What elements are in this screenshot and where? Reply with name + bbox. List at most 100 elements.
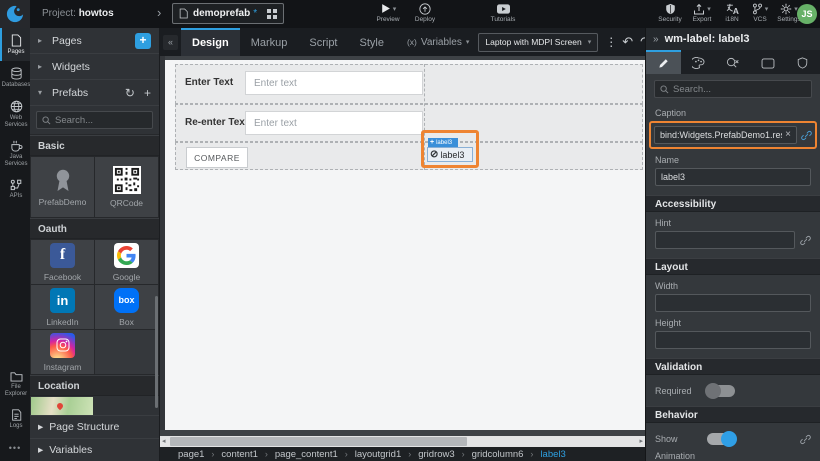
horizontal-scrollbar[interactable]: ◂ ▸: [160, 436, 645, 447]
security-button[interactable]: Security: [651, 2, 689, 23]
tab-design[interactable]: Design: [181, 28, 240, 56]
prefab-card-facebook[interactable]: f Facebook: [31, 240, 94, 284]
log-file-icon: [11, 409, 22, 421]
tab-device[interactable]: [750, 50, 785, 74]
prefab-card-qrcode[interactable]: QRCode: [95, 157, 158, 217]
tab-script[interactable]: Script: [298, 28, 348, 56]
prefab-card-prefabdemo[interactable]: PrefabDemo: [31, 157, 94, 217]
sidebar-item-apis[interactable]: APIs: [0, 173, 30, 205]
scroll-right-icon[interactable]: ▸: [639, 436, 643, 447]
page-layout-grid-icon[interactable]: [267, 9, 277, 19]
panel-scrollbar-thumb[interactable]: [155, 296, 158, 408]
design-canvas[interactable]: Enter Text Re-enter Text COMPARE + label…: [165, 56, 645, 430]
prefab-card-google[interactable]: Google: [95, 240, 158, 284]
height-input[interactable]: [661, 335, 805, 345]
breadcrumb-separator: ›: [530, 449, 533, 459]
export-button[interactable]: ▾ Export: [685, 2, 719, 23]
height-label: Height: [655, 318, 811, 328]
compare-button[interactable]: COMPARE: [186, 147, 248, 168]
search-icon: [42, 116, 51, 125]
breadcrumb-page1[interactable]: page1: [178, 449, 204, 460]
animation-label: Animation: [655, 451, 811, 461]
bind-property-icon[interactable]: [801, 130, 812, 141]
breadcrumb-label3[interactable]: label3: [540, 449, 565, 460]
prefab-card-box[interactable]: box Box: [95, 285, 158, 329]
top-bar: Project: howtos › demoprefab * ▾ Preview…: [0, 0, 820, 28]
section-prefabs[interactable]: ▾ Prefabs ↻ +: [30, 80, 159, 106]
breadcrumb-content1[interactable]: content1: [221, 449, 257, 460]
more-options-icon[interactable]: ⋮: [605, 35, 617, 49]
tab-style[interactable]: Style: [349, 28, 395, 56]
deploy-button[interactable]: Deploy: [407, 2, 443, 23]
sidebar-item-web-services[interactable]: Web Services: [0, 94, 30, 134]
section-widgets[interactable]: ▸ Widgets: [30, 54, 159, 80]
tab-properties[interactable]: [646, 50, 681, 74]
user-avatar[interactable]: JS: [797, 4, 817, 24]
canvas-toolbar: « Design Markup Script Style (x) Variabl…: [160, 28, 645, 56]
google-icon: [114, 243, 139, 268]
project-name: Project: howtos: [42, 8, 114, 19]
sidebar-item-pages[interactable]: Pages: [0, 28, 30, 61]
overflow-menu-icon[interactable]: •••: [0, 435, 30, 461]
breadcrumb: page1 › content1 › page_content1 › layou…: [160, 447, 645, 461]
breadcrumb-gridcolumn6[interactable]: gridcolumn6: [472, 449, 524, 460]
sidebar-item-file-explorer[interactable]: File Explorer: [0, 365, 30, 403]
breadcrumb-separator: ›: [408, 449, 411, 459]
chevron-down-icon: ▾: [466, 38, 470, 46]
undo-button[interactable]: ↶: [622, 34, 633, 50]
scroll-left-icon[interactable]: ◂: [162, 436, 166, 447]
collapse-left-panel-button[interactable]: «: [163, 35, 178, 50]
wavemaker-logo[interactable]: [0, 0, 30, 28]
clear-icon[interactable]: ×: [785, 130, 791, 140]
caption-input[interactable]: [660, 130, 782, 140]
prefab-card-instagram[interactable]: Instagram: [31, 330, 94, 374]
activity-bar-spacer: [0, 205, 30, 365]
prefab-card-map-clipped[interactable]: [31, 397, 93, 417]
reenter-text-label[interactable]: Re-enter Text: [185, 117, 248, 128]
folder-icon: [10, 371, 23, 382]
name-input[interactable]: [661, 172, 805, 182]
show-toggle[interactable]: [707, 433, 735, 445]
variables-button[interactable]: (x) Variables ▾: [407, 37, 469, 48]
sidebar-item-logs[interactable]: Logs: [0, 403, 30, 435]
section-layout: Layout: [646, 258, 820, 275]
prefab-card-linkedin[interactable]: in LinkedIn: [31, 285, 94, 329]
section-pages[interactable]: ▸ Pages +: [30, 28, 159, 54]
tutorials-button[interactable]: Tutorials: [483, 2, 523, 23]
sidebar-item-databases[interactable]: Databases: [0, 61, 30, 94]
tab-styles[interactable]: [681, 50, 716, 74]
width-label: Width: [655, 281, 811, 291]
bind-property-icon[interactable]: [800, 434, 811, 445]
preview-button[interactable]: ▾ Preview: [368, 2, 408, 23]
refresh-prefabs-icon[interactable]: ↻: [125, 87, 135, 99]
reenter-text-input[interactable]: [245, 111, 423, 135]
properties-search-input[interactable]: [673, 84, 806, 95]
add-page-button[interactable]: +: [135, 33, 151, 49]
bind-property-icon[interactable]: [800, 235, 811, 246]
enter-text-input[interactable]: [245, 71, 423, 95]
section-variables[interactable]: ▸ Variables: [30, 438, 159, 461]
sidebar-item-java-services[interactable]: Java Services: [0, 134, 30, 173]
scrollbar-thumb[interactable]: [170, 437, 467, 446]
collapse-right-panel-button[interactable]: »: [653, 34, 659, 45]
breadcrumb-gridrow3[interactable]: gridrow3: [418, 449, 454, 460]
page-tab-demoprefab[interactable]: demoprefab *: [172, 3, 284, 24]
device-selector[interactable]: Laptop with MDPI Screen ▾: [478, 33, 598, 52]
breadcrumb-page-content1[interactable]: page_content1: [275, 449, 338, 460]
tab-security[interactable]: [785, 50, 820, 74]
tab-markup[interactable]: Markup: [240, 28, 299, 56]
hint-input[interactable]: [661, 235, 789, 245]
chevron-down-icon: ▾: [393, 5, 397, 13]
prefab-search-input[interactable]: [55, 115, 147, 126]
layout-grid: Enter Text Re-enter Text COMPARE + label…: [175, 64, 643, 170]
required-toggle[interactable]: [707, 385, 735, 397]
tab-search-properties[interactable]: [716, 50, 751, 74]
ribbon-icon: [52, 167, 74, 193]
breadcrumb-separator: ›: [211, 449, 214, 459]
enter-text-label[interactable]: Enter Text: [185, 77, 233, 88]
add-prefab-icon[interactable]: +: [144, 87, 151, 99]
show-label: Show: [655, 434, 707, 444]
section-page-structure[interactable]: ▸ Page Structure: [30, 415, 159, 438]
width-input[interactable]: [661, 298, 805, 308]
breadcrumb-layoutgrid1[interactable]: layoutgrid1: [355, 449, 401, 460]
